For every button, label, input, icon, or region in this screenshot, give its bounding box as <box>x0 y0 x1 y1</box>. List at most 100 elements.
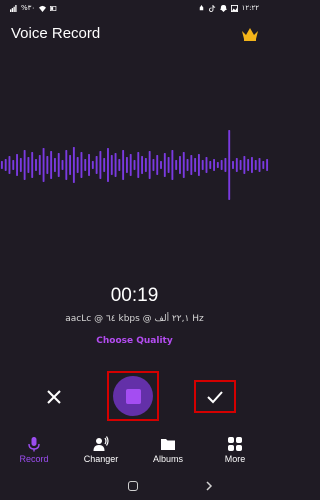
recording-timer: 00:19 <box>110 285 159 306</box>
waveform-bar <box>91 161 94 169</box>
snapchat-icon <box>219 4 227 12</box>
back-arrow-icon[interactable] <box>203 480 215 492</box>
waveform-bar <box>31 152 34 178</box>
waveform-bar <box>38 155 41 175</box>
waveform-bar <box>50 151 53 179</box>
choose-quality-link[interactable]: Choose Quality <box>0 336 269 346</box>
waveform-bar <box>42 148 45 182</box>
waveform-visualizer <box>0 130 269 200</box>
waveform-bar <box>72 147 75 183</box>
waveform-bar <box>262 161 265 169</box>
clock: ١٢:٢٢ <box>241 4 259 12</box>
waveform-bar <box>247 159 250 171</box>
waveform-bar <box>190 155 193 175</box>
tiktok-icon <box>208 4 215 12</box>
waveform-bar <box>179 156 181 174</box>
waveform-bar <box>201 160 204 170</box>
waveform-bar <box>8 156 11 174</box>
waveform-bar <box>99 151 102 179</box>
waveform-bar <box>4 159 7 171</box>
waveform-bar <box>103 158 106 172</box>
waveform-bar <box>254 160 257 170</box>
waveform-bar <box>167 157 170 173</box>
nav-label-changer: Changer <box>83 454 119 464</box>
nav-item-changer[interactable]: Changer <box>71 436 131 464</box>
waveform-bar <box>122 150 125 180</box>
waveform-bar <box>144 158 147 172</box>
waveform-bar <box>232 161 234 169</box>
voice-changer-icon <box>93 436 109 451</box>
waveform-bar <box>35 159 37 171</box>
waveform-bar <box>197 154 200 176</box>
nav-item-albums[interactable]: Albums <box>138 436 198 464</box>
waveform-bar <box>239 160 242 170</box>
waveform-bar <box>125 157 128 173</box>
waveform-bar <box>258 158 261 172</box>
waveform-bar <box>61 160 64 170</box>
waveform-bar <box>27 157 30 173</box>
waveform-bar <box>23 150 26 180</box>
wifi-icon <box>39 5 47 12</box>
waveform-bar <box>171 150 174 180</box>
waveform-bar <box>46 156 49 174</box>
waveform-bar <box>19 158 22 172</box>
nav-item-record[interactable]: Record <box>4 436 64 464</box>
gallery-icon <box>230 4 238 12</box>
stop-highlight <box>107 371 159 421</box>
waveform-bar <box>220 160 223 170</box>
waveform-bar <box>137 152 140 178</box>
check-icon[interactable] <box>206 390 224 404</box>
waveform-bar <box>213 159 216 171</box>
home-button[interactable] <box>128 481 138 491</box>
waveform-bar <box>186 159 189 171</box>
stop-icon <box>125 388 141 404</box>
waveform-bar <box>53 158 56 172</box>
waveform-bar <box>16 154 18 176</box>
waveform-bar <box>88 154 90 176</box>
page-title: Voice Record <box>11 25 101 42</box>
waveform-bar <box>110 155 113 175</box>
waveform-bar <box>95 156 98 174</box>
waveform-bar <box>209 161 212 169</box>
waveform-bar <box>235 158 238 172</box>
waveform-bar <box>194 158 197 172</box>
waveform-bar <box>160 161 162 169</box>
bottom-navigation: Record Changer Albums More <box>0 436 269 470</box>
mic-icon <box>28 437 40 452</box>
waveform-bar <box>114 153 117 177</box>
stop-button[interactable] <box>113 376 153 416</box>
waveform-bar <box>76 157 79 173</box>
waveform-bar <box>107 148 109 182</box>
crown-icon[interactable] <box>241 27 259 41</box>
nav-label-record: Record <box>19 454 49 464</box>
waveform-bar <box>148 151 151 179</box>
waveform-bar <box>175 160 178 170</box>
close-icon[interactable] <box>44 387 64 407</box>
waveform-bar <box>243 156 246 174</box>
waveform-bar <box>69 155 72 175</box>
waveform-bar <box>205 157 208 173</box>
waveform-bar <box>266 159 269 171</box>
bell-icon <box>199 4 203 10</box>
waveform-bar <box>80 152 83 178</box>
nav-item-more[interactable]: More <box>205 436 265 464</box>
folder-icon <box>161 439 175 450</box>
grid-icon <box>228 437 242 451</box>
waveform-bar <box>57 153 60 177</box>
waveform-bar <box>251 157 253 173</box>
waveform-bar <box>163 153 166 177</box>
waveform-bar <box>141 156 144 174</box>
waveform-bar <box>65 150 68 180</box>
nav-label-albums: Albums <box>152 454 183 464</box>
waveform-bar <box>0 161 3 169</box>
waveform-bar <box>182 152 185 178</box>
nav-label-more: More <box>224 454 246 464</box>
status-left: %٣٠ <box>10 4 57 12</box>
waveform-bar <box>156 155 159 175</box>
system-navigation <box>0 476 269 496</box>
confirm-highlight <box>194 380 236 413</box>
waveform-bar <box>84 159 87 171</box>
waveform-bar <box>216 162 219 168</box>
status-bar: %٣٠ ١٢:٢٢ <box>0 0 269 16</box>
waveform-bar <box>224 158 227 172</box>
